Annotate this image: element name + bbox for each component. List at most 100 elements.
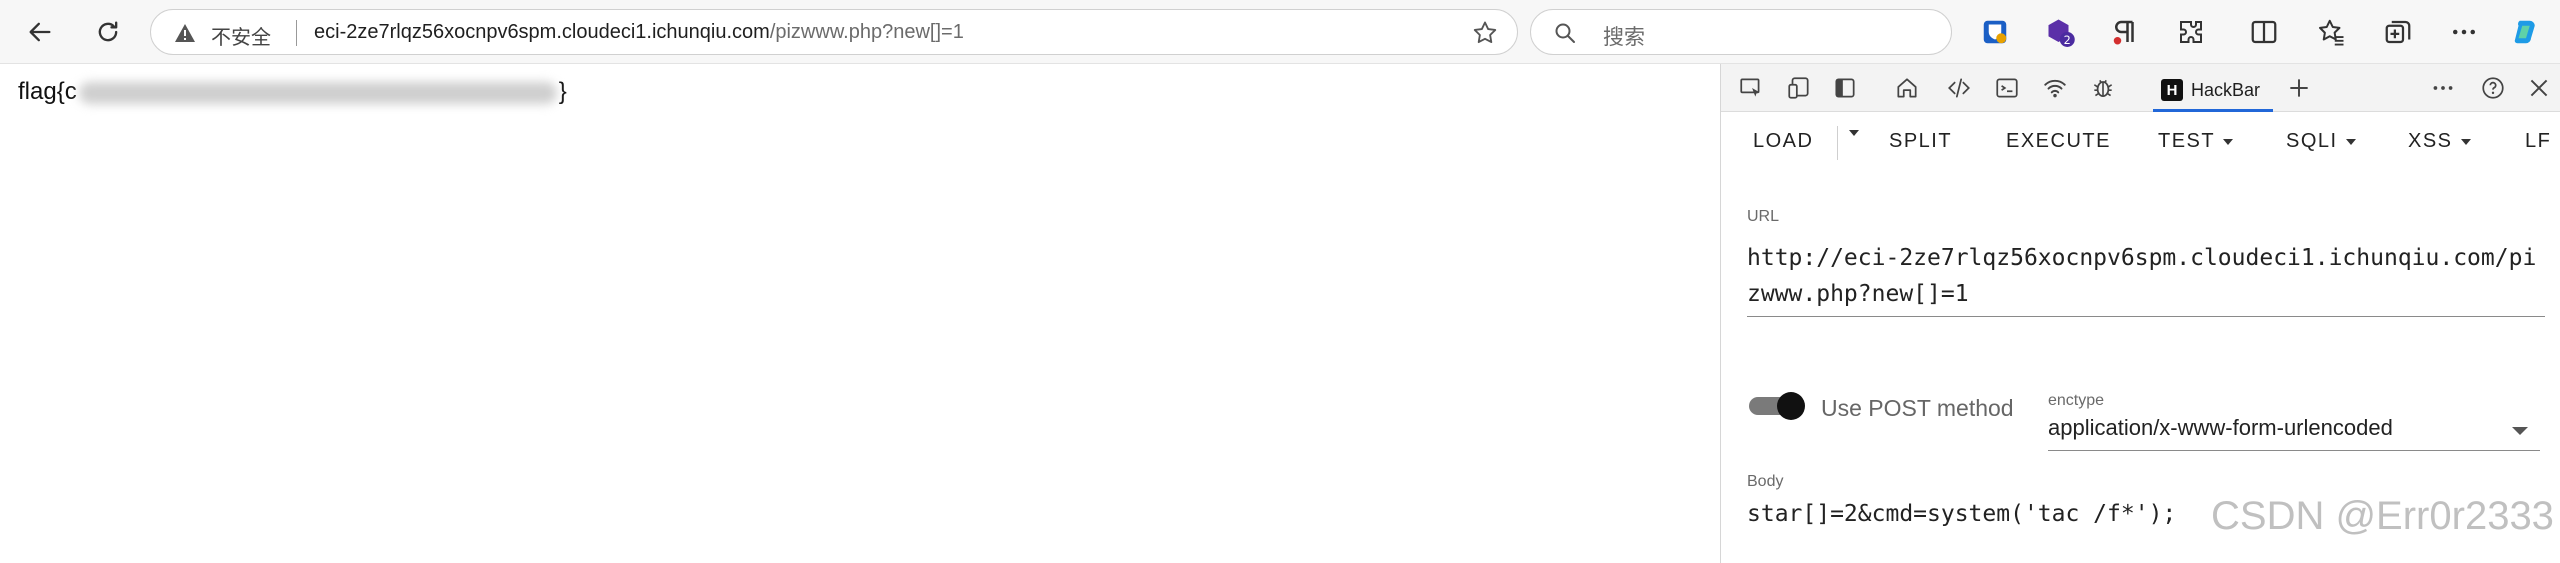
hexagon-extension-icon: 2 bbox=[2048, 19, 2075, 47]
body-label: Body bbox=[1747, 473, 1784, 490]
more-dots-icon bbox=[2453, 29, 2475, 35]
tab-network[interactable] bbox=[2039, 72, 2071, 104]
chevron-down-icon bbox=[1849, 130, 1859, 136]
wifi-icon bbox=[2044, 79, 2066, 98]
search-icon bbox=[1555, 23, 1575, 43]
watermark: CSDN @Err0r2333 bbox=[2211, 494, 2554, 538]
search-box[interactable]: 搜索 bbox=[1530, 9, 1952, 55]
extension-badge: 2 bbox=[2064, 34, 2071, 47]
favorites-button[interactable] bbox=[2313, 14, 2349, 50]
execute-button[interactable]: EXECUTE bbox=[2006, 130, 2111, 153]
more-dots-icon bbox=[2433, 86, 2453, 90]
add-tab-button[interactable] bbox=[2283, 72, 2315, 104]
shield-extension-icon bbox=[1983, 20, 2007, 44]
code-icon bbox=[1948, 78, 1970, 98]
load-button[interactable]: LOAD bbox=[1753, 130, 1813, 153]
device-icon bbox=[1788, 77, 1809, 99]
lfi-menu-button[interactable]: LF bbox=[2525, 130, 2551, 153]
post-method-toggle[interactable] bbox=[1749, 392, 1805, 420]
hackbar-menu: LOAD SPLIT EXECUTE TEST SQLI XSS LF bbox=[1721, 112, 2560, 172]
lfi-label: LF bbox=[2525, 130, 2552, 152]
warning-icon[interactable] bbox=[173, 21, 197, 45]
address-separator bbox=[296, 20, 297, 46]
browser-toolbar: 不安全 eci-2ze7rlqz56xocnpv6spm.cloudeci1.i… bbox=[0, 0, 2560, 64]
url-host: eci-2ze7rlqz56xocnpv6spm.cloudeci1.ichun… bbox=[314, 21, 770, 43]
favorite-star-icon[interactable] bbox=[1471, 19, 1499, 47]
refresh-button[interactable] bbox=[88, 12, 128, 52]
xss-label: XSS bbox=[2408, 130, 2453, 152]
sqli-menu-button[interactable]: SQLI bbox=[2286, 130, 2356, 153]
xss-menu-button[interactable]: XSS bbox=[2408, 130, 2471, 153]
hackbar-logo-icon: H bbox=[2161, 79, 2183, 101]
tab-console[interactable] bbox=[1991, 72, 2023, 104]
tab-welcome[interactable] bbox=[1891, 72, 1923, 104]
chevron-down-icon bbox=[2223, 138, 2234, 145]
url-label: URL bbox=[1747, 208, 1780, 225]
devtools-more-button[interactable] bbox=[2427, 72, 2459, 104]
device-emulation-button[interactable] bbox=[1783, 72, 1815, 104]
toggle-knob bbox=[1777, 392, 1805, 420]
hackbar-tab-label: HackBar bbox=[2191, 79, 2261, 100]
tab-hackbar[interactable]: H HackBar bbox=[2153, 68, 2273, 112]
copilot-icon bbox=[2514, 20, 2535, 44]
copilot-button[interactable] bbox=[2508, 14, 2544, 50]
extension-purple[interactable]: 2 bbox=[2043, 14, 2079, 50]
split-screen-button[interactable] bbox=[2246, 14, 2282, 50]
tab-elements[interactable] bbox=[1943, 72, 1975, 104]
devtools-tabbar: H HackBar bbox=[1721, 64, 2560, 112]
help-button[interactable] bbox=[2477, 72, 2509, 104]
flag-suffix: } bbox=[558, 78, 567, 105]
split-screen-icon bbox=[2251, 20, 2277, 44]
url-text[interactable]: eci-2ze7rlqz56xocnpv6spm.cloudeci1.ichun… bbox=[314, 21, 964, 44]
more-menu-button[interactable] bbox=[2446, 14, 2482, 50]
paragraph-icon bbox=[2113, 20, 2134, 45]
inspect-element-button[interactable] bbox=[1735, 72, 1767, 104]
url-path: /pizwww.php?new[]=1 bbox=[769, 21, 964, 43]
close-icon bbox=[2530, 79, 2548, 97]
back-arrow-icon bbox=[29, 22, 51, 42]
tab-sources[interactable] bbox=[2087, 72, 2119, 104]
test-menu-button[interactable]: TEST bbox=[2158, 130, 2234, 153]
bug-icon bbox=[2093, 79, 2113, 97]
sqli-label: SQLI bbox=[2286, 130, 2338, 152]
enctype-label: enctype bbox=[2048, 392, 2105, 409]
split-label: SPLIT bbox=[1889, 130, 1953, 152]
enctype-value: application/x-www-form-urlencoded bbox=[2048, 415, 2393, 440]
console-icon bbox=[1996, 78, 2018, 98]
flag-prefix: flag{c bbox=[18, 78, 77, 105]
close-devtools-button[interactable] bbox=[2523, 72, 2555, 104]
load-label: LOAD bbox=[1753, 130, 1814, 152]
test-label: TEST bbox=[2158, 130, 2216, 152]
address-bar[interactable]: 不安全 eci-2ze7rlqz56xocnpv6spm.cloudeci1.i… bbox=[150, 9, 1518, 55]
post-method-label[interactable]: Use POST method bbox=[1821, 395, 2014, 422]
collections-button[interactable] bbox=[2380, 14, 2416, 50]
flag-redacted bbox=[78, 81, 557, 104]
url-textarea[interactable]: http://eci-2ze7rlqz56xocnpv6spm.cloudeci… bbox=[1747, 240, 2545, 317]
help-icon bbox=[2482, 77, 2504, 99]
insecure-label[interactable]: 不安全 bbox=[211, 21, 271, 50]
collections-icon bbox=[2385, 20, 2411, 44]
back-button[interactable] bbox=[20, 12, 60, 52]
page-content: flag{c} bbox=[0, 64, 1720, 563]
split-button[interactable]: SPLIT bbox=[1889, 130, 1952, 153]
plus-icon bbox=[2290, 79, 2308, 97]
extensions-button[interactable] bbox=[2173, 14, 2209, 50]
inspect-icon bbox=[1740, 78, 1760, 97]
devtools-panel: H HackBar LOAD SPLIT EXECUTE TEST SQLI X… bbox=[1720, 64, 2560, 563]
chevron-down-icon bbox=[2512, 427, 2528, 435]
favorites-icon bbox=[2319, 19, 2344, 46]
extension-paragraph[interactable] bbox=[2107, 14, 2143, 50]
menu-separator bbox=[1837, 126, 1838, 160]
extension-bitwarden[interactable] bbox=[1977, 14, 2013, 50]
enctype-select[interactable]: application/x-www-form-urlencoded bbox=[2048, 415, 2540, 451]
chevron-down-icon bbox=[2460, 138, 2471, 145]
flag-output: flag{c} bbox=[18, 78, 567, 106]
puzzle-icon bbox=[2180, 21, 2202, 43]
dock-icon bbox=[1835, 78, 1855, 98]
load-dropdown-button[interactable] bbox=[1849, 130, 1859, 136]
dock-side-button[interactable] bbox=[1829, 72, 1861, 104]
chevron-down-icon bbox=[2345, 138, 2356, 145]
execute-label: EXECUTE bbox=[2006, 130, 2111, 152]
search-placeholder: 搜索 bbox=[1603, 26, 1645, 49]
refresh-icon bbox=[98, 21, 118, 42]
